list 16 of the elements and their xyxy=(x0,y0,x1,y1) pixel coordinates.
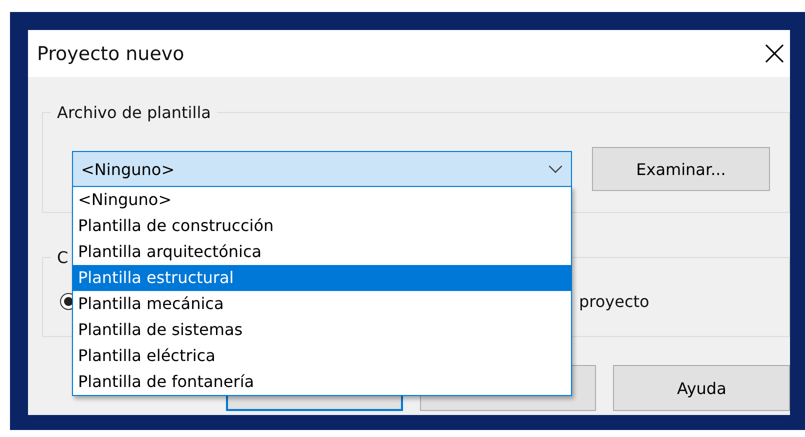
dropdown-option[interactable]: <Ninguno> xyxy=(73,187,571,213)
dropdown-option[interactable]: Plantilla de construcción xyxy=(73,213,571,239)
chevron-icon xyxy=(548,164,563,174)
help-button[interactable]: Ayuda xyxy=(613,365,790,411)
dropdown-option[interactable]: Plantilla arquitectónica xyxy=(73,239,571,265)
dropdown-option[interactable]: Plantilla mecánica xyxy=(73,291,571,317)
close-icon[interactable] xyxy=(765,44,784,63)
template-dropdown[interactable]: <Ninguno> xyxy=(72,150,572,188)
dropdown-option[interactable]: Plantilla de fontanería xyxy=(73,369,571,395)
dropdown-option[interactable]: Plantilla estructural xyxy=(73,265,571,291)
browse-button[interactable]: Examinar... xyxy=(592,147,770,191)
window-title: Proyecto nuevo xyxy=(37,42,184,64)
option-label: proyecto xyxy=(579,292,650,311)
group-label: Archivo de plantilla xyxy=(51,103,217,123)
dropdown-option[interactable]: Plantilla eléctrica xyxy=(73,343,571,369)
dropdown-option[interactable]: Plantilla de sistemas xyxy=(73,317,571,343)
